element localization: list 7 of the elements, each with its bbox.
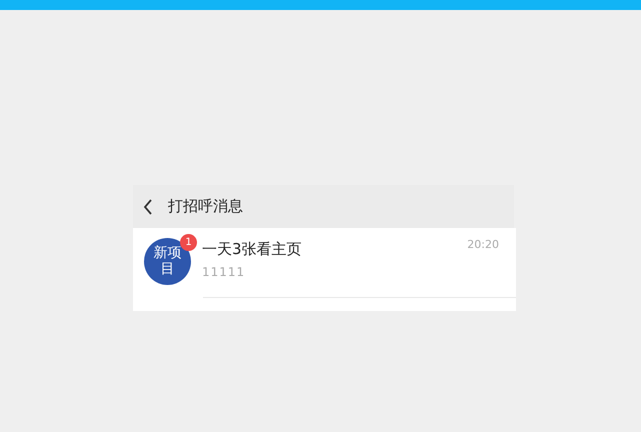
back-icon[interactable]	[143, 198, 153, 214]
message-preview: 11111	[202, 265, 246, 279]
unread-badge: 1	[180, 234, 197, 251]
header-title: 打招呼消息	[168, 197, 243, 216]
message-item[interactable]: 新项目 1 一天3张看主页 20:20 11111	[133, 228, 516, 311]
message-time: 20:20	[467, 238, 499, 251]
message-title: 一天3张看主页	[202, 240, 302, 259]
